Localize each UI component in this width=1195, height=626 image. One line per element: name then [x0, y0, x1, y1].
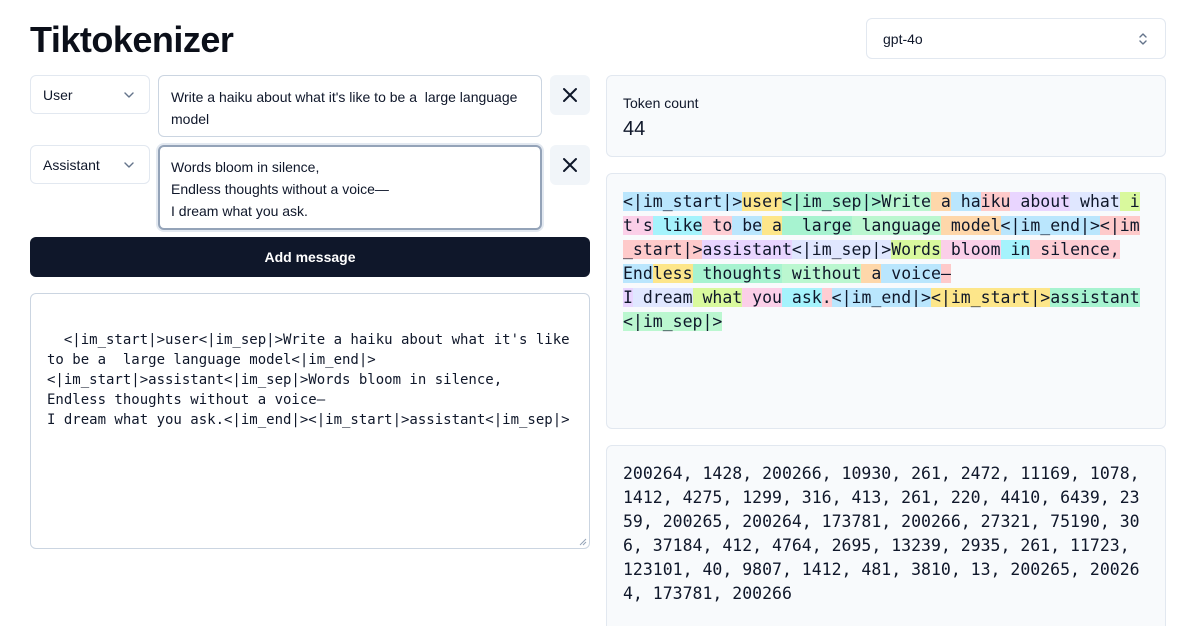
- token-count-label: Token count: [623, 95, 699, 111]
- token[interactable]: <|im_end|>: [1000, 216, 1100, 235]
- role-select-user[interactable]: User: [30, 75, 150, 114]
- remove-message-button[interactable]: [550, 145, 590, 185]
- role-select-value: User: [43, 86, 73, 103]
- token[interactable]: ask: [781, 288, 822, 307]
- chevron-down-icon: [124, 162, 134, 168]
- token[interactable]: bloom: [940, 240, 1001, 259]
- role-select-value: Assistant: [43, 156, 100, 173]
- token[interactable]: silence,: [1030, 240, 1120, 259]
- token[interactable]: Words: [891, 240, 941, 259]
- token[interactable]: End: [623, 264, 653, 283]
- token[interactable]: —: [940, 264, 951, 283]
- token[interactable]: less: [652, 264, 693, 283]
- token[interactable]: large: [781, 216, 852, 235]
- message-content-assistant[interactable]: Words bloom in silence, Endless thoughts…: [158, 145, 542, 230]
- token[interactable]: assistant: [702, 240, 792, 259]
- chevron-down-icon: [124, 92, 134, 98]
- token[interactable]: a: [762, 216, 782, 235]
- token[interactable]: language: [851, 216, 941, 235]
- remove-message-button[interactable]: [550, 75, 590, 115]
- resize-handle-icon[interactable]: [577, 536, 587, 546]
- token[interactable]: like: [652, 216, 703, 235]
- token[interactable]: <|im_start|>: [931, 288, 1051, 307]
- token[interactable]: .: [821, 288, 832, 307]
- x-icon: [563, 158, 577, 172]
- token-ids: 200264, 1428, 200266, 10930, 261, 2472, …: [623, 464, 1140, 603]
- token[interactable]: about: [1010, 192, 1071, 211]
- token-ids-panel: 200264, 1428, 200266, 10930, 261, 2472, …: [606, 445, 1166, 626]
- token[interactable]: <|im_sep|>: [781, 192, 882, 211]
- token[interactable]: model: [940, 216, 1001, 235]
- model-select[interactable]: gpt-4o: [866, 18, 1166, 59]
- token[interactable]: t's: [623, 216, 653, 235]
- add-message-button[interactable]: Add message: [30, 237, 590, 277]
- tokens-panel: <|im_start|>user<|im_sep|>Write a haiku …: [606, 173, 1166, 429]
- token[interactable]: dream: [632, 288, 693, 307]
- token[interactable]: what: [1070, 192, 1120, 211]
- token[interactable]: what: [692, 288, 743, 307]
- token[interactable]: <|im_start|>: [623, 192, 743, 211]
- model-select-value: gpt-4o: [883, 30, 923, 47]
- x-icon: [563, 88, 577, 102]
- token[interactable]: user: [742, 192, 782, 211]
- token[interactable]: you: [742, 288, 782, 307]
- token[interactable]: a: [930, 192, 951, 211]
- token[interactable]: <|im_sep|>: [791, 240, 892, 259]
- token[interactable]: <|im_end|>: [831, 288, 931, 307]
- token[interactable]: iku: [980, 192, 1011, 211]
- token-count-value: 44: [623, 118, 646, 140]
- token[interactable]: in: [1000, 240, 1031, 259]
- token[interactable]: be: [732, 216, 763, 235]
- token[interactable]: assistant: [1050, 288, 1140, 307]
- token[interactable]: ha: [950, 192, 981, 211]
- app-title: Tiktokenizer: [30, 19, 234, 60]
- token[interactable]: voice: [881, 264, 941, 283]
- token[interactable]: to: [702, 216, 733, 235]
- raw-text-area[interactable]: <|im_start|>user<|im_sep|>Write a haiku …: [30, 293, 590, 549]
- chevron-up-down-icon: [1139, 33, 1147, 45]
- token-visualization: <|im_start|>user<|im_sep|>Write a haiku …: [623, 190, 1149, 334]
- raw-text-content: <|im_start|>user<|im_sep|>Write a haiku …: [47, 332, 570, 428]
- token[interactable]: Write: [881, 192, 931, 211]
- role-select-assistant[interactable]: Assistant: [30, 145, 150, 184]
- token[interactable]: I: [623, 288, 633, 307]
- token[interactable]: thoughts: [692, 264, 782, 283]
- token[interactable]: without: [781, 264, 862, 283]
- token[interactable]: <|im_sep|>: [623, 312, 723, 331]
- token[interactable]: a: [861, 264, 882, 283]
- message-content-user[interactable]: Write a haiku about what it's like to be…: [158, 75, 542, 137]
- token[interactable]: i: [1119, 192, 1140, 211]
- token-count-panel: Token count 44: [606, 75, 1166, 157]
